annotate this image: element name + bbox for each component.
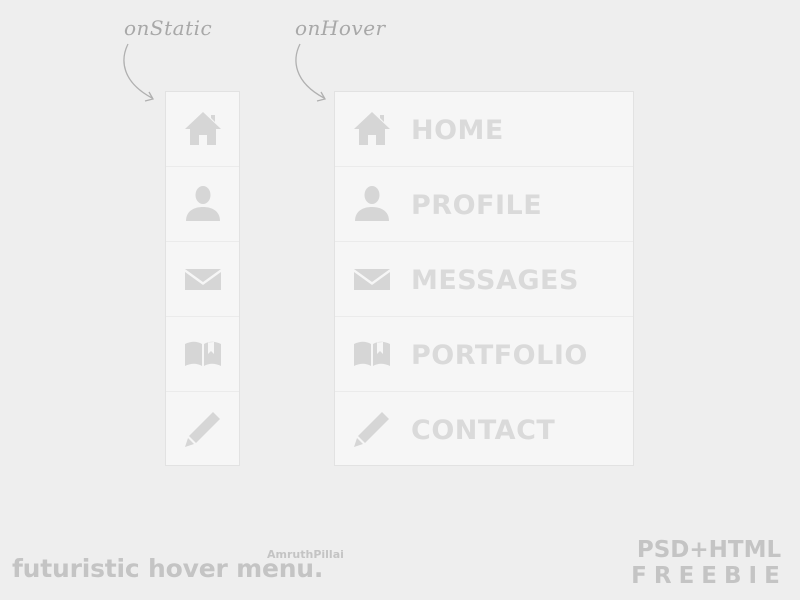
menu-item-home[interactable]: [166, 92, 239, 167]
home-icon: [183, 109, 223, 149]
menu-item-label: PORTFOLIO: [411, 340, 588, 371]
menu-item-label: PROFILE: [411, 190, 543, 221]
mail-icon: [352, 259, 392, 299]
menu-item-messages[interactable]: MESSAGES: [335, 242, 633, 317]
menu-item-profile[interactable]: PROFILE: [335, 167, 633, 242]
on-static-annotation: onStatic: [124, 16, 213, 40]
menu-item-contact[interactable]: CONTACT: [335, 392, 633, 467]
pencil-icon: [183, 409, 223, 449]
menu-item-contact[interactable]: [166, 392, 239, 467]
on-hover-annotation: onHover: [295, 16, 386, 40]
menu-item-home[interactable]: HOME: [335, 92, 633, 167]
mail-icon: [183, 259, 223, 299]
footer-author: AmruthPillai: [267, 548, 344, 561]
footer-badge-psd-html: PSD+HTML: [636, 537, 782, 563]
user-icon: [183, 184, 223, 224]
user-icon: [352, 184, 392, 224]
static-menu: [165, 91, 240, 466]
menu-item-profile[interactable]: [166, 167, 239, 242]
menu-item-portfolio[interactable]: [166, 317, 239, 392]
hover-menu: HOME PROFILE MESSAGES PORTFOLIO CONTACT: [334, 91, 634, 466]
book-icon: [183, 334, 223, 374]
menu-item-label: HOME: [411, 115, 504, 146]
footer-badge-freebie: FREEBIE: [631, 563, 787, 589]
menu-item-label: CONTACT: [411, 415, 556, 446]
menu-item-portfolio[interactable]: PORTFOLIO: [335, 317, 633, 392]
pencil-icon: [352, 409, 392, 449]
menu-item-label: MESSAGES: [411, 265, 579, 296]
curved-arrow-icon: [295, 43, 326, 102]
curved-arrow-icon: [123, 43, 154, 102]
home-icon: [352, 109, 392, 149]
book-icon: [352, 334, 392, 374]
menu-item-messages[interactable]: [166, 242, 239, 317]
